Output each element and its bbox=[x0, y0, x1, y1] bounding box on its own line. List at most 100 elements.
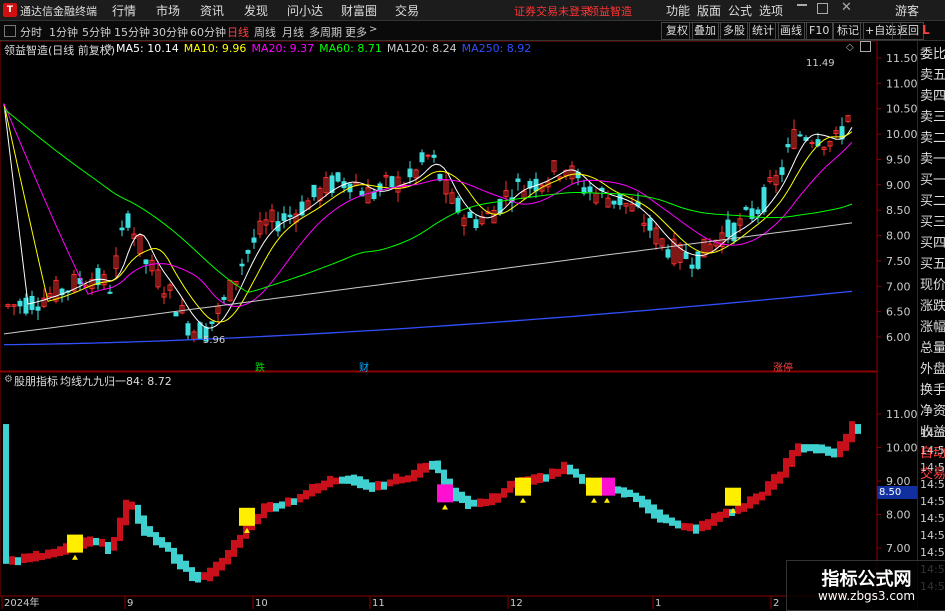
quote-field-label: 换手 bbox=[920, 383, 945, 398]
candle-body bbox=[173, 312, 179, 317]
sub-bar bbox=[459, 491, 465, 503]
sub-bar bbox=[495, 493, 501, 503]
sub-bar bbox=[297, 493, 303, 503]
period-weekly[interactable]: 周线 bbox=[254, 24, 276, 40]
period-15min[interactable]: 15分钟 bbox=[114, 24, 150, 40]
candle-body bbox=[287, 214, 293, 218]
signal-arrow-icon bbox=[591, 497, 597, 503]
candle-body bbox=[797, 134, 803, 137]
period-timeshare[interactable]: 分时 bbox=[20, 24, 42, 40]
candle-body bbox=[125, 213, 131, 228]
main-panel-title: 领益智造(日线 前复权) bbox=[4, 44, 116, 57]
sub-bar bbox=[273, 503, 279, 512]
sub-bar bbox=[633, 492, 639, 502]
sub-bar bbox=[279, 501, 285, 509]
sub-bar bbox=[807, 444, 813, 452]
panel-diamond-icon[interactable]: ◇ bbox=[846, 42, 854, 53]
draw-button[interactable]: 画线 bbox=[775, 22, 807, 40]
ma250-line bbox=[4, 290, 853, 346]
main-panel-border bbox=[0, 41, 878, 372]
period-60min[interactable]: 60分钟 bbox=[190, 24, 226, 40]
quote-field-label: 现价 bbox=[920, 278, 945, 293]
sub-bar bbox=[111, 536, 117, 551]
overlay-button[interactable]: 叠加 bbox=[689, 22, 721, 40]
candle-body bbox=[407, 168, 413, 178]
price-tick-label: 8.50 bbox=[886, 204, 911, 217]
menu-options[interactable]: 选项 bbox=[759, 2, 783, 19]
sub-bar bbox=[399, 476, 405, 484]
candle-body bbox=[197, 322, 203, 340]
quote-field-label: 涨跌 bbox=[920, 299, 945, 314]
multi-stock-button[interactable]: 多股 bbox=[718, 22, 750, 40]
sub-bar bbox=[45, 549, 51, 559]
period-5min[interactable]: 5分钟 bbox=[82, 24, 111, 40]
period-1min[interactable]: 1分钟 bbox=[49, 24, 78, 40]
sub-bar bbox=[369, 482, 375, 492]
sub-gear-icon[interactable]: ⚙ bbox=[4, 374, 13, 385]
sub-panel-title[interactable]: 股朋指标 bbox=[14, 373, 58, 389]
menu-function[interactable]: 功能 bbox=[666, 2, 690, 19]
menu-wealth[interactable]: 财富圈 bbox=[341, 2, 377, 19]
menu-formula[interactable]: 公式 bbox=[728, 2, 752, 19]
candle-body bbox=[473, 219, 479, 229]
candle-body bbox=[371, 191, 377, 200]
guest-label[interactable]: 游客 bbox=[895, 2, 919, 19]
chart-area[interactable]: 11.50 11.00 10.50 10.00 9.50 9.00 8.50 8.00 7.50… bbox=[0, 41, 917, 609]
sub-bar bbox=[693, 524, 699, 534]
menu-market[interactable]: 市场 bbox=[156, 2, 180, 19]
panel-maximize-icon[interactable] bbox=[860, 41, 871, 52]
x-tick-label: 9 bbox=[127, 598, 133, 609]
sub-bar bbox=[549, 468, 555, 479]
menu-news[interactable]: 资讯 bbox=[200, 2, 224, 19]
sub-bar bbox=[429, 460, 435, 470]
sub-bar bbox=[645, 499, 651, 514]
period-30min[interactable]: 30分钟 bbox=[152, 24, 188, 40]
signal-marker bbox=[586, 477, 602, 496]
candle-body bbox=[425, 154, 431, 157]
menu-ask[interactable]: 问小达 bbox=[287, 2, 323, 19]
checkbox-icon[interactable] bbox=[4, 25, 16, 37]
sub-bar bbox=[675, 520, 681, 529]
more-chevron-icon[interactable]: > bbox=[369, 24, 377, 35]
price-axis: 11.50 11.00 10.50 10.00 9.50 9.00 8.50 8.00 7.50… bbox=[877, 52, 917, 344]
candle-body bbox=[695, 251, 701, 269]
candle-body bbox=[467, 211, 473, 218]
back-button[interactable]: 返回 bbox=[892, 22, 924, 40]
period-multi[interactable]: 多周期 bbox=[309, 24, 342, 40]
sub-bar bbox=[9, 556, 15, 565]
menu-trade[interactable]: 交易 bbox=[395, 2, 419, 19]
menu-discover[interactable]: 发现 bbox=[244, 2, 268, 19]
period-daily[interactable]: 日线 bbox=[227, 24, 249, 40]
x-tick-label: 2 bbox=[773, 598, 779, 609]
period-more[interactable]: 更多 bbox=[345, 24, 367, 40]
menu-quotes[interactable]: 行情 bbox=[112, 2, 136, 19]
ma-label: MA250: 8.92 bbox=[461, 42, 532, 55]
quote-field-label: 买五 bbox=[920, 257, 945, 272]
watermark-title: 指标公式网 bbox=[821, 569, 912, 590]
close-icon[interactable]: ✕ bbox=[841, 0, 852, 15]
settings-gear-icon[interactable]: ⚙ bbox=[104, 43, 113, 54]
sub-bar bbox=[615, 486, 621, 494]
sub-bar bbox=[57, 546, 63, 557]
sub-tick-label: 7.00 bbox=[886, 542, 911, 555]
f10-button[interactable]: F10 bbox=[804, 22, 835, 40]
sub-bar bbox=[471, 499, 477, 507]
sub-bar bbox=[801, 444, 807, 453]
event-label-finance: 财 bbox=[359, 363, 369, 374]
title-bar: T 通达信金融终端 行情 市场 资讯 发现 问小达 财富圈 交易 证券交易未登录… bbox=[0, 0, 945, 21]
candle-body bbox=[107, 291, 113, 294]
candle-body bbox=[419, 152, 425, 163]
minimize-icon[interactable] bbox=[797, 4, 807, 6]
price-tick-label: 11.50 bbox=[886, 52, 917, 65]
menu-layout[interactable]: 版面 bbox=[697, 2, 721, 19]
maximize-icon[interactable] bbox=[817, 3, 828, 14]
quote-field-label: 卖三 bbox=[920, 110, 945, 125]
period-monthly[interactable]: 月线 bbox=[282, 24, 304, 40]
ma-label: MA60: 8.71 bbox=[319, 42, 382, 55]
quote-field-label: 买二 bbox=[920, 194, 945, 209]
sub-bar bbox=[123, 499, 129, 526]
watermark-url: www.zbgs3.com bbox=[817, 589, 916, 603]
login-notice[interactable]: 证券交易未登录 bbox=[514, 3, 591, 19]
sub-bar bbox=[489, 493, 495, 506]
sub-bar bbox=[309, 484, 315, 497]
